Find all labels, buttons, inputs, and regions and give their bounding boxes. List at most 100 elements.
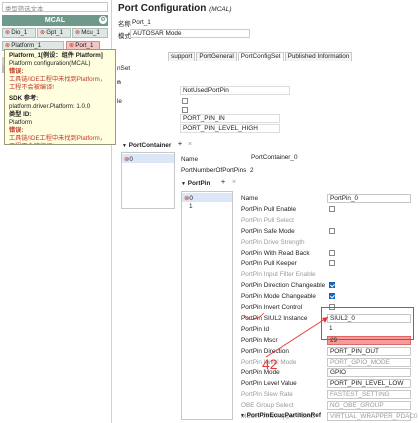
tab-portconfigset[interactable]: PortConfigSet bbox=[237, 52, 284, 61]
property-label: PortPin Direction Changeable bbox=[241, 282, 326, 289]
partial-label: le bbox=[117, 98, 122, 105]
chip-label: Port_1 bbox=[75, 42, 94, 49]
tab-portgeneral[interactable]: PortGeneral bbox=[196, 52, 237, 61]
tooltip-error-label: 错误: bbox=[9, 127, 24, 134]
port-container-header[interactable]: ▼ PortContainer bbox=[122, 142, 171, 149]
component-chip-gpt[interactable]: ⊗Gpt_1 bbox=[37, 28, 71, 38]
gear-icon[interactable]: ⚙ bbox=[99, 16, 107, 24]
tab-published-information[interactable]: Published Information bbox=[284, 52, 353, 61]
collapse-icon: ▼ bbox=[240, 413, 245, 419]
pin-level-high-field[interactable]: PORT_PIN_LEVEL_HIGH bbox=[180, 124, 280, 133]
partial-checkbox[interactable] bbox=[182, 107, 188, 113]
list-item[interactable]: ⊗0 bbox=[124, 155, 133, 163]
property-label: PortPin Mode Changeable bbox=[241, 293, 316, 300]
tooltip-type-label: 类型 ID: bbox=[9, 111, 32, 118]
portpin-list: ⊗0 1 bbox=[181, 191, 233, 420]
section-title: PortContainer bbox=[128, 142, 172, 149]
chip-label: Platform_1 bbox=[11, 42, 42, 49]
collapse-icon: ▼ bbox=[181, 181, 186, 187]
property-label: PortPin Input Filter Enable bbox=[241, 271, 316, 278]
number-of-pins-label: PortNumberOfPortPins bbox=[181, 167, 247, 174]
list-item[interactable]: 1 bbox=[189, 203, 193, 210]
property-label: PortPin Pull Enable bbox=[241, 206, 297, 213]
annotation-number: 42 bbox=[262, 356, 278, 372]
section-title: PortPin bbox=[187, 180, 211, 187]
collapse-icon: ▼ bbox=[122, 143, 127, 149]
property-checkbox[interactable] bbox=[329, 260, 335, 266]
error-icon: ⊗ bbox=[40, 29, 46, 36]
tab-support[interactable]: support bbox=[168, 52, 196, 61]
list-item-label: 0 bbox=[129, 156, 133, 163]
property-label: PortPin Level Value bbox=[241, 380, 297, 387]
error-icon: ⊗ bbox=[75, 29, 81, 36]
not-used-pin-field[interactable]: NotUsedPortPin bbox=[180, 86, 290, 95]
property-value[interactable]: GPIO bbox=[327, 368, 411, 377]
property-label: PortPin Pull Select bbox=[241, 217, 294, 224]
property-checkbox[interactable] bbox=[329, 228, 335, 234]
property-label: PortPin Slew Rate bbox=[241, 391, 293, 398]
property-label: Name bbox=[241, 195, 259, 202]
partial-checkbox[interactable] bbox=[182, 98, 188, 104]
portpin-header[interactable]: ▼ PortPin bbox=[181, 180, 210, 187]
page-title: Port Configuration (MCAL) bbox=[118, 3, 232, 14]
component-chip-mcu[interactable]: ⊗Mcu_1 bbox=[72, 28, 108, 38]
partial-label: nSet bbox=[117, 65, 131, 72]
property-value: NO_OBE_GROUP bbox=[327, 401, 411, 410]
property-checkbox[interactable] bbox=[329, 250, 335, 256]
ecuc-partition-header[interactable]: ▼ PortPinEcucPartitionRef bbox=[240, 412, 321, 419]
property-value[interactable]: PORT_PIN_LEVEL_LOW bbox=[327, 379, 411, 388]
property-checkbox[interactable] bbox=[329, 282, 335, 288]
list-item-label: 1 bbox=[189, 203, 193, 210]
platform-tooltip: Platform_1[例设：组件 Platform] Platform conf… bbox=[4, 49, 116, 145]
tooltip-type-value: Platform bbox=[9, 119, 33, 126]
annotation-arrow-icon bbox=[243, 312, 329, 358]
section-title: PortPinEcucPartitionRef bbox=[246, 412, 321, 419]
filter-placeholder: 类型筛选文本 bbox=[5, 6, 44, 13]
add-button[interactable]: + bbox=[221, 179, 225, 186]
tooltip-title: Platform_1[例设：组件 Platform] bbox=[9, 52, 103, 59]
tooltip-error-text: 工具链/IDE工程中未找到Platform，工程不会被编译! bbox=[9, 135, 106, 144]
page-title-text: Port Configuration bbox=[118, 3, 207, 14]
component-chip-dio[interactable]: ⊗Dio_1 bbox=[2, 28, 36, 38]
tooltip-error-label: 错误: bbox=[9, 68, 24, 75]
name-label: 名称 bbox=[118, 21, 131, 28]
tooltip-error-text: 工具链/IDE工程中未找到Platform，工程不会被编译! bbox=[9, 76, 106, 91]
property-checkbox[interactable] bbox=[329, 206, 335, 212]
remove-button[interactable]: × bbox=[188, 141, 192, 148]
error-icon: ⊗ bbox=[69, 42, 75, 49]
port-container-list: ⊗0 bbox=[121, 152, 175, 209]
name-value: Port_1 bbox=[132, 19, 151, 26]
mode-label: 模式 bbox=[118, 33, 131, 40]
tab-bar: support PortGeneral PortConfigSet Published… bbox=[168, 52, 353, 61]
property-value: VIRTUAL_WRAPPER_PDAC0 bbox=[327, 412, 418, 421]
property-value[interactable]: PortPin_0 bbox=[327, 194, 411, 203]
tooltip-sdk-value: platform.driver.Platform: 1.0.0 bbox=[9, 103, 91, 110]
filter-input[interactable]: 类型筛选文本 bbox=[2, 2, 108, 13]
property-label: PortPin Pull Keeper bbox=[241, 260, 297, 267]
pin-in-field[interactable]: PORT_PIN_IN bbox=[180, 114, 280, 123]
property-label: PortPin Drive Strength bbox=[241, 239, 305, 246]
list-item[interactable]: ⊗0 bbox=[184, 194, 193, 202]
tooltip-description: Platform configuration(MCAL) bbox=[9, 60, 91, 67]
partial-label: n bbox=[117, 79, 121, 86]
property-label: PortPin Safe Mode bbox=[241, 228, 295, 235]
number-of-pins-value: 2 bbox=[250, 167, 254, 174]
chip-label: Dio_1 bbox=[11, 29, 28, 36]
error-icon: ⊗ bbox=[5, 29, 11, 36]
page-title-suffix: (MCAL) bbox=[209, 6, 232, 13]
chip-label: Gpt_1 bbox=[46, 29, 64, 36]
error-icon: ⊗ bbox=[5, 42, 11, 49]
container-name-value[interactable]: PortContainer_0 bbox=[249, 154, 309, 163]
property-value: FASTEST_SETTING bbox=[327, 390, 411, 399]
property-checkbox[interactable] bbox=[329, 293, 335, 299]
chip-label: Mcu_1 bbox=[81, 29, 100, 36]
list-item-label: 0 bbox=[189, 195, 193, 202]
property-label: PortPin With Read Back bbox=[241, 250, 310, 257]
tooltip-sdk-label: SDK 参考: bbox=[9, 95, 39, 102]
add-button[interactable]: + bbox=[178, 141, 182, 148]
remove-button[interactable]: × bbox=[232, 179, 236, 186]
container-name-label: Name bbox=[181, 156, 199, 163]
mcal-section-header[interactable]: MCAL bbox=[2, 15, 108, 26]
mode-select[interactable]: AUTOSAR Mode bbox=[130, 29, 250, 38]
property-label: OBE Group Select bbox=[241, 402, 294, 409]
